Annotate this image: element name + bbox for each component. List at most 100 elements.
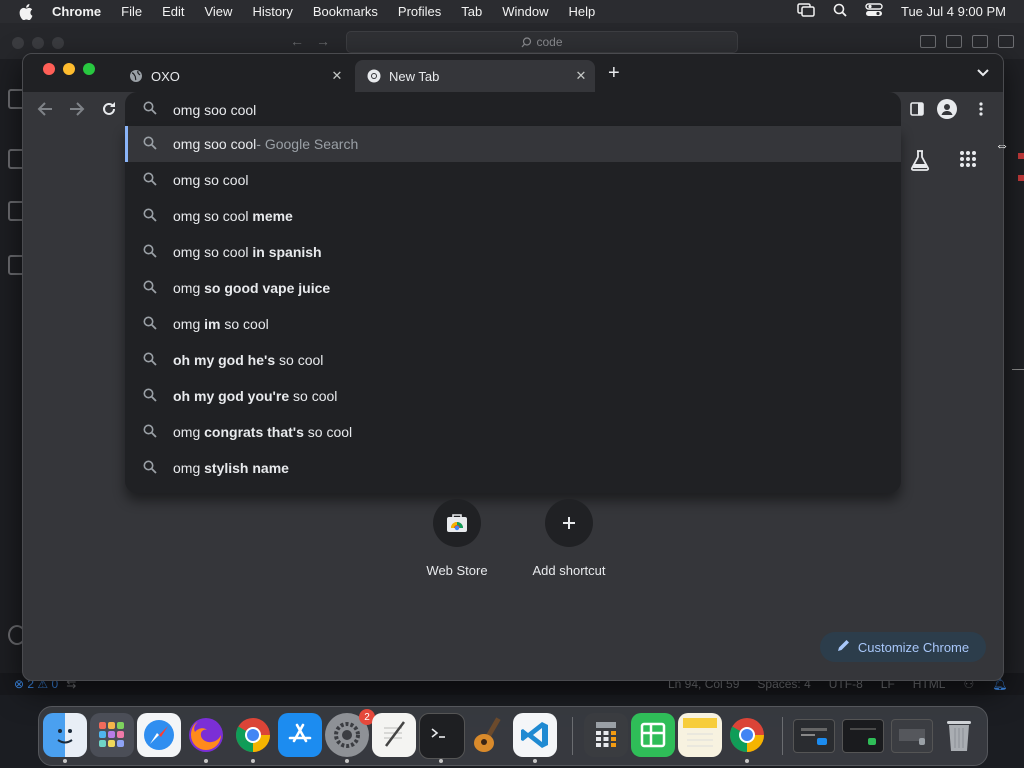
terminal-icon[interactable] [419, 713, 465, 759]
editor-ruler [1012, 369, 1024, 370]
shortcut-label: Web Store [426, 563, 488, 578]
search-icon [143, 424, 157, 441]
menu-edit[interactable]: Edit [162, 4, 184, 19]
suggestion-item[interactable]: omg so cool in spanish [125, 234, 901, 270]
vscode-layout-buttons[interactable] [920, 35, 1014, 48]
firefox-icon[interactable] [184, 713, 228, 757]
omnibox[interactable]: omg soo cool [125, 92, 901, 128]
search-icon [143, 352, 157, 369]
new-tab-plus-icon[interactable]: + [608, 63, 620, 83]
chrome-window: OXO ✕ New Tab ✕ + omg soo cool omg soo c… [22, 53, 1004, 681]
web-store-icon [433, 499, 481, 547]
reload-icon[interactable] [99, 99, 119, 119]
zoom-window-button[interactable] [83, 63, 95, 75]
minimized-window-thumbnail[interactable] [793, 719, 835, 753]
close-tab-icon[interactable]: ✕ [329, 68, 345, 84]
suggestion-item[interactable]: oh my god you're so cool [125, 378, 901, 414]
customize-chrome-button[interactable]: Customize Chrome [820, 632, 986, 662]
close-tab-icon[interactable]: ✕ [573, 68, 589, 84]
visual-studio-code-icon[interactable] [513, 713, 557, 757]
search-icon [143, 136, 157, 153]
vscode-window-controls[interactable] [12, 37, 64, 49]
suggestion-text-end: so cool [289, 388, 338, 404]
tab-new-tab[interactable]: New Tab ✕ [355, 60, 595, 92]
minimized-window-thumbnail[interactable] [842, 719, 884, 753]
suggestion-completion: congrats that's [204, 424, 304, 440]
suggestion-item[interactable]: oh my god he's so cool [125, 342, 901, 378]
macos-menu-bar: Chrome File Edit View History Bookmarks … [0, 0, 1024, 23]
suggestion-description: - Google Search [256, 136, 359, 152]
dock-separator [782, 717, 783, 755]
suggestion-text: omg so cool [173, 208, 253, 224]
side-panel-icon[interactable] [907, 99, 927, 119]
suggestion-item[interactable]: omg soo cool - Google Search [125, 126, 901, 162]
omnibox-text[interactable]: omg soo cool [173, 102, 256, 118]
plus-icon [545, 499, 593, 547]
garageband-icon[interactable] [466, 713, 510, 757]
suggestion-completion: meme [252, 208, 293, 224]
menu-bookmarks[interactable]: Bookmarks [313, 4, 378, 19]
menu-app-name[interactable]: Chrome [52, 4, 101, 19]
error-marker [1018, 175, 1024, 181]
suggestion-text: omg [173, 280, 205, 296]
system-settings-icon[interactable]: 2 [325, 709, 375, 757]
menu-window[interactable]: Window [502, 4, 548, 19]
apple-icon[interactable] [18, 3, 34, 20]
search-icon [143, 244, 157, 261]
numbers-icon[interactable] [631, 713, 675, 757]
suggestion-text-end: so cool [275, 352, 324, 368]
google-apps-grid-icon[interactable] [959, 150, 977, 173]
minimized-window-thumbnail[interactable] [891, 719, 933, 753]
screen-mirroring-icon[interactable] [797, 3, 815, 20]
running-indicator [533, 759, 537, 763]
error-marker [1018, 153, 1024, 159]
suggestion-item[interactable]: omg stylish name [125, 450, 901, 486]
suggestion-item[interactable]: omg so cool [125, 162, 901, 198]
menu-view[interactable]: View [204, 4, 232, 19]
control-center-icon[interactable] [865, 3, 883, 20]
notes-icon[interactable] [678, 713, 722, 757]
suggestion-text-end: so cool [220, 316, 269, 332]
textedit-icon[interactable] [372, 713, 416, 757]
labs-flask-icon[interactable] [909, 149, 931, 176]
suggestion-item[interactable]: omg so cool meme [125, 198, 901, 234]
vscode-nav-arrows[interactable]: ← → [290, 33, 330, 49]
menu-history[interactable]: History [252, 4, 292, 19]
safari-icon[interactable] [137, 713, 181, 757]
suggestion-item[interactable]: omg so good vape juice [125, 270, 901, 306]
menu-help[interactable]: Help [569, 4, 596, 19]
close-window-button[interactable] [43, 63, 55, 75]
back-arrow-icon[interactable] [35, 99, 55, 119]
search-icon [521, 36, 532, 47]
trash-icon[interactable] [937, 713, 981, 757]
shortcut-web-store[interactable]: Web Store [402, 499, 512, 578]
spotlight-icon[interactable] [833, 3, 847, 20]
calculator-icon[interactable] [584, 713, 628, 757]
suggestion-text: omg [173, 316, 205, 332]
suggestion-item[interactable]: omg im so cool [125, 306, 901, 342]
forward-arrow-icon[interactable] [67, 99, 87, 119]
menu-bar-clock[interactable]: Tue Jul 4 9:00 PM [901, 4, 1006, 19]
shortcut-add[interactable]: Add shortcut [514, 499, 624, 578]
tab-oxo[interactable]: OXO ✕ [119, 60, 351, 92]
resize-cursor-icon: ⇔ [995, 137, 1009, 153]
finder-icon[interactable] [43, 713, 87, 757]
menu-tab[interactable]: Tab [461, 4, 482, 19]
profile-avatar-icon[interactable] [937, 99, 957, 119]
google-chrome-beta-icon[interactable] [725, 713, 769, 757]
running-indicator [204, 759, 208, 763]
launchpad-icon[interactable] [90, 713, 134, 757]
tab-title: OXO [151, 68, 180, 84]
menu-file[interactable]: File [121, 4, 142, 19]
tab-search-chevron-icon[interactable] [977, 64, 989, 80]
menu-profiles[interactable]: Profiles [398, 4, 441, 19]
google-chrome-icon[interactable] [231, 713, 275, 757]
chrome-menu-kebab-icon[interactable] [971, 99, 991, 119]
vscode-command-center[interactable]: code [346, 31, 738, 53]
app-store-icon[interactable] [278, 713, 322, 757]
minimize-window-button[interactable] [63, 63, 75, 75]
dock-separator [572, 717, 573, 755]
search-icon [143, 280, 157, 297]
suggestion-completion: in spanish [252, 244, 322, 260]
suggestion-item[interactable]: omg congrats that's so cool [125, 414, 901, 450]
